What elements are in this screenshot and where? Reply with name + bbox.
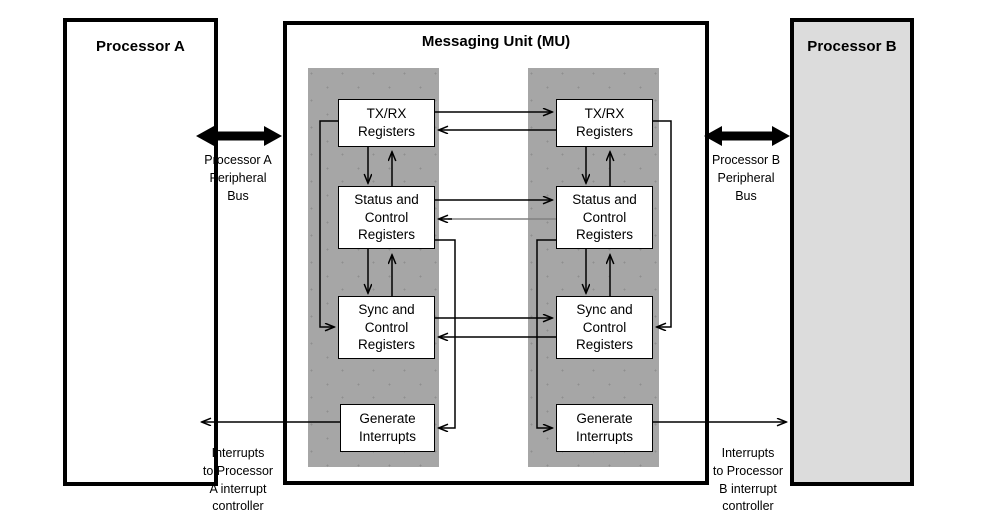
irq-b-line3: B interrupt (719, 481, 777, 496)
left-status-control-registers-box: Status and Control Registers (338, 186, 435, 249)
right-status-line1: Status and (572, 191, 637, 207)
left-txrx-registers-box: TX/RX Registers (338, 99, 435, 147)
right-sync-control-registers-box: Sync and Control Registers (556, 296, 653, 359)
left-sync-line3: Registers (357, 337, 416, 353)
right-status-line2: Control (582, 209, 627, 225)
left-txrx-line2: Registers (357, 124, 416, 139)
left-txrx-line1: TX/RX (366, 106, 407, 122)
left-status-line1: Status and (354, 191, 419, 207)
left-status-line3: Registers (357, 227, 416, 243)
messaging-unit-title: Messaging Unit (MU) (421, 33, 571, 50)
right-gen-line1: Generate (576, 411, 633, 427)
left-gen-line1: Generate (359, 411, 416, 427)
irq-a-line4: controller (212, 499, 264, 514)
bus-b-line1: Processor B (711, 153, 781, 167)
left-sync-line2: Control (364, 319, 409, 335)
irq-a-line1: Interrupts (211, 446, 265, 460)
left-status-line2: Control (364, 209, 409, 225)
irq-b-line2: to Processor (712, 463, 784, 478)
processor-b-interrupt-label: Interrupts to Processor B interrupt cont… (698, 445, 798, 516)
right-generate-interrupts-box: Generate Interrupts (556, 404, 653, 452)
processor-a-peripheral-bus-label: Processor A Peripheral Bus (192, 152, 284, 205)
right-txrx-line2: Registers (575, 124, 634, 139)
processor-a-interrupt-label: Interrupts to Processor A interrupt cont… (188, 445, 288, 516)
diagram-canvas: Processor A Processor B Messaging Unit (… (0, 0, 983, 525)
left-gen-line2: Interrupts (358, 429, 417, 444)
processor-b-peripheral-bus-label: Processor B Peripheral Bus (700, 152, 792, 205)
right-sync-line3: Registers (575, 337, 634, 353)
right-txrx-registers-box: TX/RX Registers (556, 99, 653, 147)
irq-a-line2: to Processor (202, 463, 274, 478)
processor-b-title: Processor B (807, 38, 897, 55)
processor-b-box: Processor B (790, 18, 914, 486)
bus-b-line3: Bus (735, 188, 757, 203)
processor-a-box: Processor A (63, 18, 218, 486)
bus-a-line1: Processor A (204, 153, 272, 167)
right-gen-line2: Interrupts (575, 429, 634, 444)
bus-a-line3: Bus (227, 188, 249, 203)
right-status-control-registers-box: Status and Control Registers (556, 186, 653, 249)
irq-b-line1: Interrupts (721, 446, 775, 460)
right-sync-line2: Control (582, 319, 627, 335)
left-sync-line1: Sync and (358, 301, 415, 317)
irq-b-line4: controller (722, 499, 774, 514)
irq-a-line3: A interrupt (209, 481, 267, 496)
processor-a-title: Processor A (96, 38, 185, 55)
bus-a-line2: Peripheral (209, 170, 267, 185)
right-sync-line1: Sync and (576, 301, 633, 317)
right-status-line3: Registers (575, 227, 634, 243)
bus-b-line2: Peripheral (717, 170, 775, 185)
left-sync-control-registers-box: Sync and Control Registers (338, 296, 435, 359)
left-generate-interrupts-box: Generate Interrupts (340, 404, 435, 452)
right-txrx-line1: TX/RX (584, 106, 625, 122)
